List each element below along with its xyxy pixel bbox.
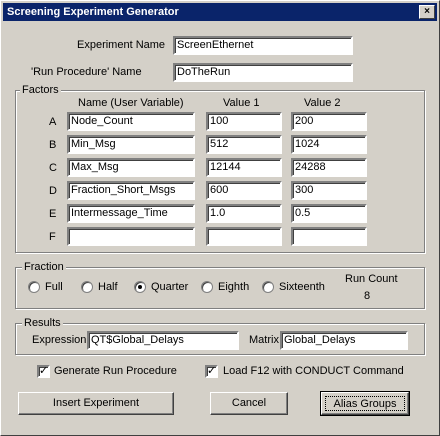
factor-row-letter: C <box>49 162 57 174</box>
fraction-radio-full[interactable] <box>28 281 40 293</box>
factor-value1-input[interactable]: 600 <box>206 181 282 200</box>
run-count-label: Run Count <box>345 273 398 285</box>
factor-row-letter: D <box>49 185 57 197</box>
experiment-name-label: Experiment Name <box>77 39 166 51</box>
run-count-value: 8 <box>364 290 371 302</box>
column-header-value1: Value 1 <box>223 97 260 109</box>
factor-name-input[interactable]: Fraction_Short_Msgs <box>67 181 195 200</box>
factor-row-letter: F <box>49 231 56 243</box>
dialog-window: Screening Experiment Generator × Experim… <box>0 0 440 436</box>
factor-value2-input[interactable]: 0.5 <box>291 204 367 223</box>
factor-name-input[interactable]: Max_Msg <box>67 158 195 177</box>
fraction-label-full: Full <box>45 281 63 293</box>
close-button[interactable]: × <box>419 5 435 19</box>
matrix-label: Matrix <box>249 334 279 346</box>
generate-run-procedure-label: Generate Run Procedure <box>54 365 177 377</box>
fraction-radio-eighth[interactable] <box>201 281 213 293</box>
factor-row-letter: A <box>49 116 57 128</box>
column-header-name: Name (User Variable) <box>78 97 184 109</box>
factor-value1-input[interactable]: 12144 <box>206 158 282 177</box>
generate-run-procedure-checkbox[interactable]: ✓ <box>37 365 50 378</box>
factor-name-input[interactable]: Intermessage_Time <box>67 204 195 223</box>
factor-value2-input[interactable]: 200 <box>291 112 367 131</box>
expression-label: Expression <box>32 334 87 346</box>
fraction-radio-sixteenth[interactable] <box>262 281 274 293</box>
factor-name-input[interactable]: Min_Msg <box>67 135 195 154</box>
insert-experiment-button[interactable]: Insert Experiment <box>18 392 174 415</box>
fraction-label-quarter: Quarter <box>151 281 189 293</box>
close-icon: × <box>424 6 430 17</box>
factor-value2-input[interactable]: 300 <box>291 181 367 200</box>
alias-groups-label: Alias Groups <box>325 396 405 411</box>
title-bar: Screening Experiment Generator × <box>3 3 437 21</box>
factor-row-letter: B <box>49 139 57 151</box>
factor-name-input[interactable] <box>67 227 195 246</box>
experiment-name-input[interactable]: ScreenEthernet <box>173 36 353 55</box>
factor-row-letter: E <box>49 208 57 220</box>
results-title: Results <box>22 317 63 329</box>
factor-value2-input[interactable] <box>291 227 367 246</box>
factor-value2-input[interactable]: 24288 <box>291 158 367 177</box>
run-procedure-input[interactable]: DoTheRun <box>173 63 353 82</box>
factor-value1-input[interactable]: 512 <box>206 135 282 154</box>
alias-groups-button[interactable]: Alias Groups <box>320 391 410 416</box>
factor-value1-input[interactable] <box>206 227 282 246</box>
run-procedure-label: 'Run Procedure' Name <box>31 66 142 78</box>
expression-input[interactable]: QT$Global_Delays <box>87 331 239 350</box>
fraction-radio-half[interactable] <box>81 281 93 293</box>
window-title: Screening Experiment Generator <box>7 6 179 18</box>
factor-value1-input[interactable]: 1.0 <box>206 204 282 223</box>
column-header-value2: Value 2 <box>304 97 341 109</box>
load-f12-checkbox[interactable]: ✓ <box>205 365 218 378</box>
fraction-label-half: Half <box>98 281 118 293</box>
fraction-radio-quarter[interactable] <box>134 281 146 293</box>
fraction-label-sixteenth: Sixteenth <box>279 281 325 293</box>
factor-value2-input[interactable]: 1024 <box>291 135 367 154</box>
fraction-label-eighth: Eighth <box>218 281 250 293</box>
matrix-input[interactable]: Global_Delays <box>280 331 408 350</box>
factors-title: Factors <box>20 84 61 96</box>
fraction-title: Fraction <box>22 261 66 273</box>
factor-name-input[interactable]: Node_Count <box>67 112 195 131</box>
load-f12-label: Load F12 with CONDUCT Command <box>223 365 404 377</box>
cancel-button[interactable]: Cancel <box>210 392 288 415</box>
factor-value1-input[interactable]: 100 <box>206 112 282 131</box>
